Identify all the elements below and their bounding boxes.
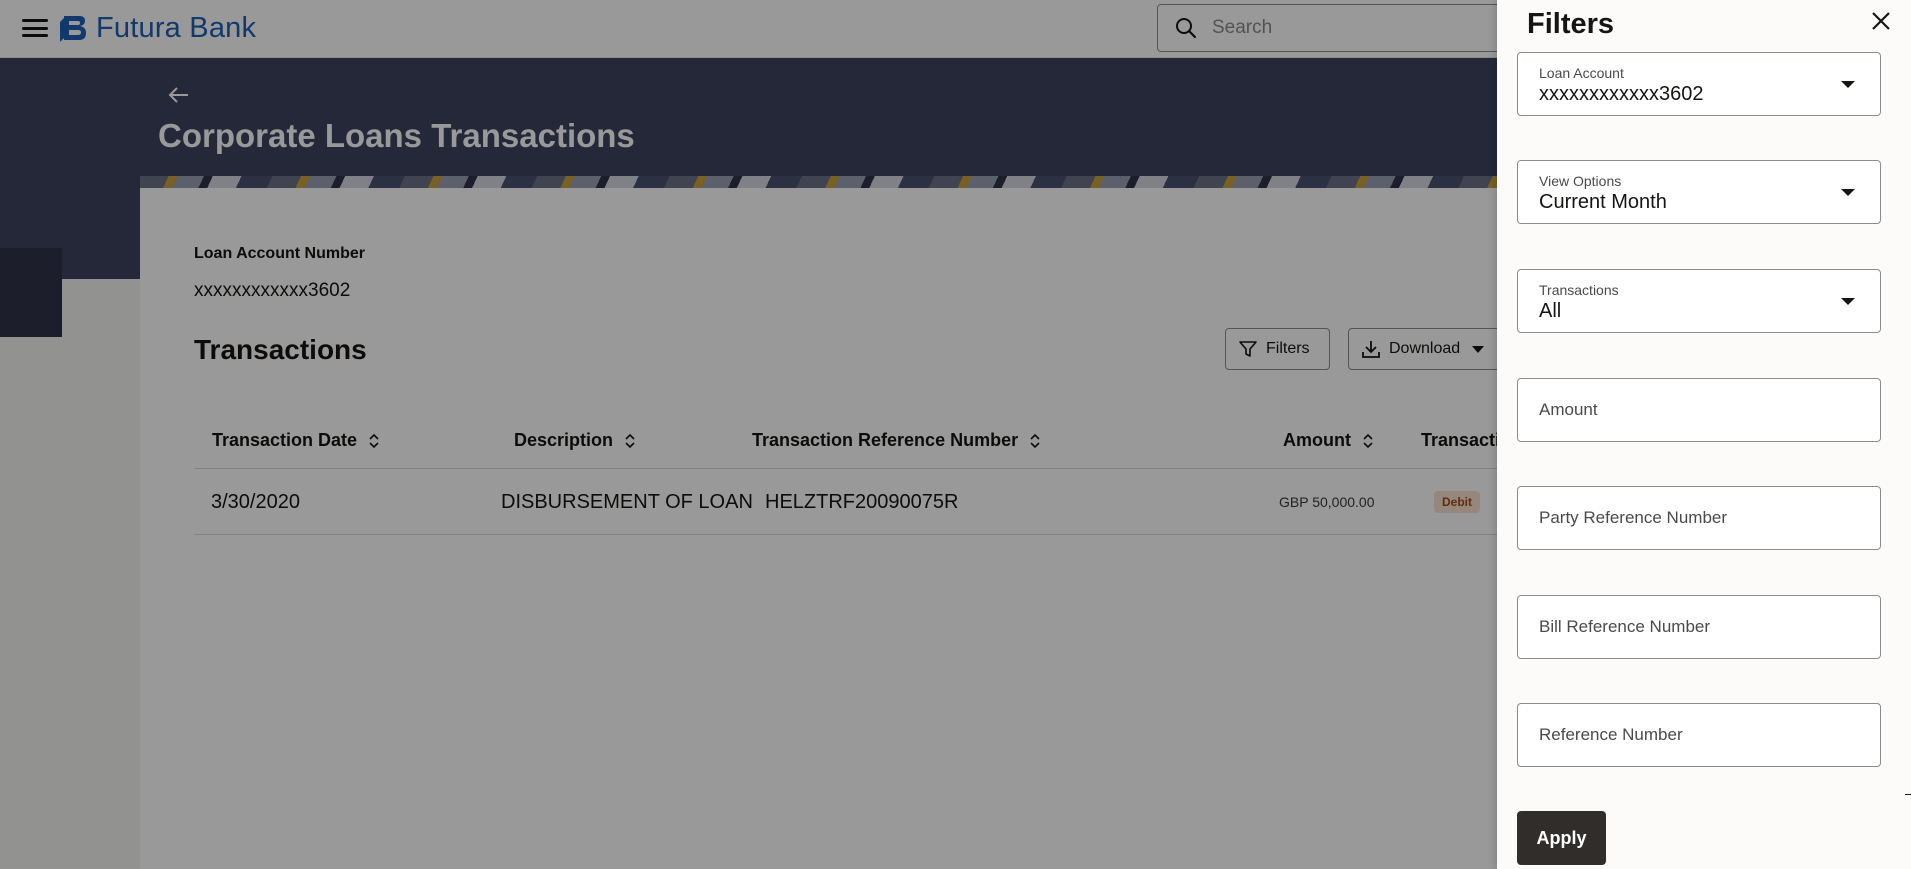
transactions-select-value: All — [1539, 300, 1562, 322]
chevron-down-icon — [1841, 189, 1855, 196]
view-options-select[interactable]: View Options Current Month — [1517, 160, 1881, 224]
loan-account-select-value: xxxxxxxxxxxx3602 — [1539, 83, 1704, 105]
view-options-select-label: View Options — [1539, 173, 1622, 189]
chevron-down-icon — [1841, 81, 1855, 88]
scroll-indicator — [1905, 794, 1911, 795]
party-reference-field-placeholder: Party Reference Number — [1539, 508, 1728, 527]
drawer-title: Filters — [1527, 8, 1615, 40]
reference-number-field[interactable]: Reference Number — [1517, 703, 1881, 767]
modal-backdrop[interactable] — [0, 0, 1497, 869]
reference-number-field-placeholder: Reference Number — [1539, 725, 1683, 744]
view-options-select-value: Current Month — [1539, 191, 1667, 213]
party-reference-field[interactable]: Party Reference Number — [1517, 486, 1881, 550]
amount-field-placeholder: Amount — [1539, 400, 1598, 419]
loan-account-select-label: Loan Account — [1539, 65, 1624, 81]
bill-reference-field-placeholder: Bill Reference Number — [1539, 617, 1711, 636]
bill-reference-field[interactable]: Bill Reference Number — [1517, 595, 1881, 659]
transactions-select[interactable]: Transactions All — [1517, 269, 1881, 333]
chevron-down-icon — [1841, 298, 1855, 305]
close-icon[interactable] — [1870, 10, 1892, 32]
filters-drawer: Filters Loan Account xxxxxxxxxxxx3602 Vi… — [1497, 0, 1911, 869]
apply-button[interactable]: Apply — [1517, 811, 1606, 865]
transactions-select-label: Transactions — [1539, 282, 1619, 298]
loan-account-select[interactable]: Loan Account xxxxxxxxxxxx3602 — [1517, 52, 1881, 116]
amount-field[interactable]: Amount — [1517, 378, 1881, 442]
